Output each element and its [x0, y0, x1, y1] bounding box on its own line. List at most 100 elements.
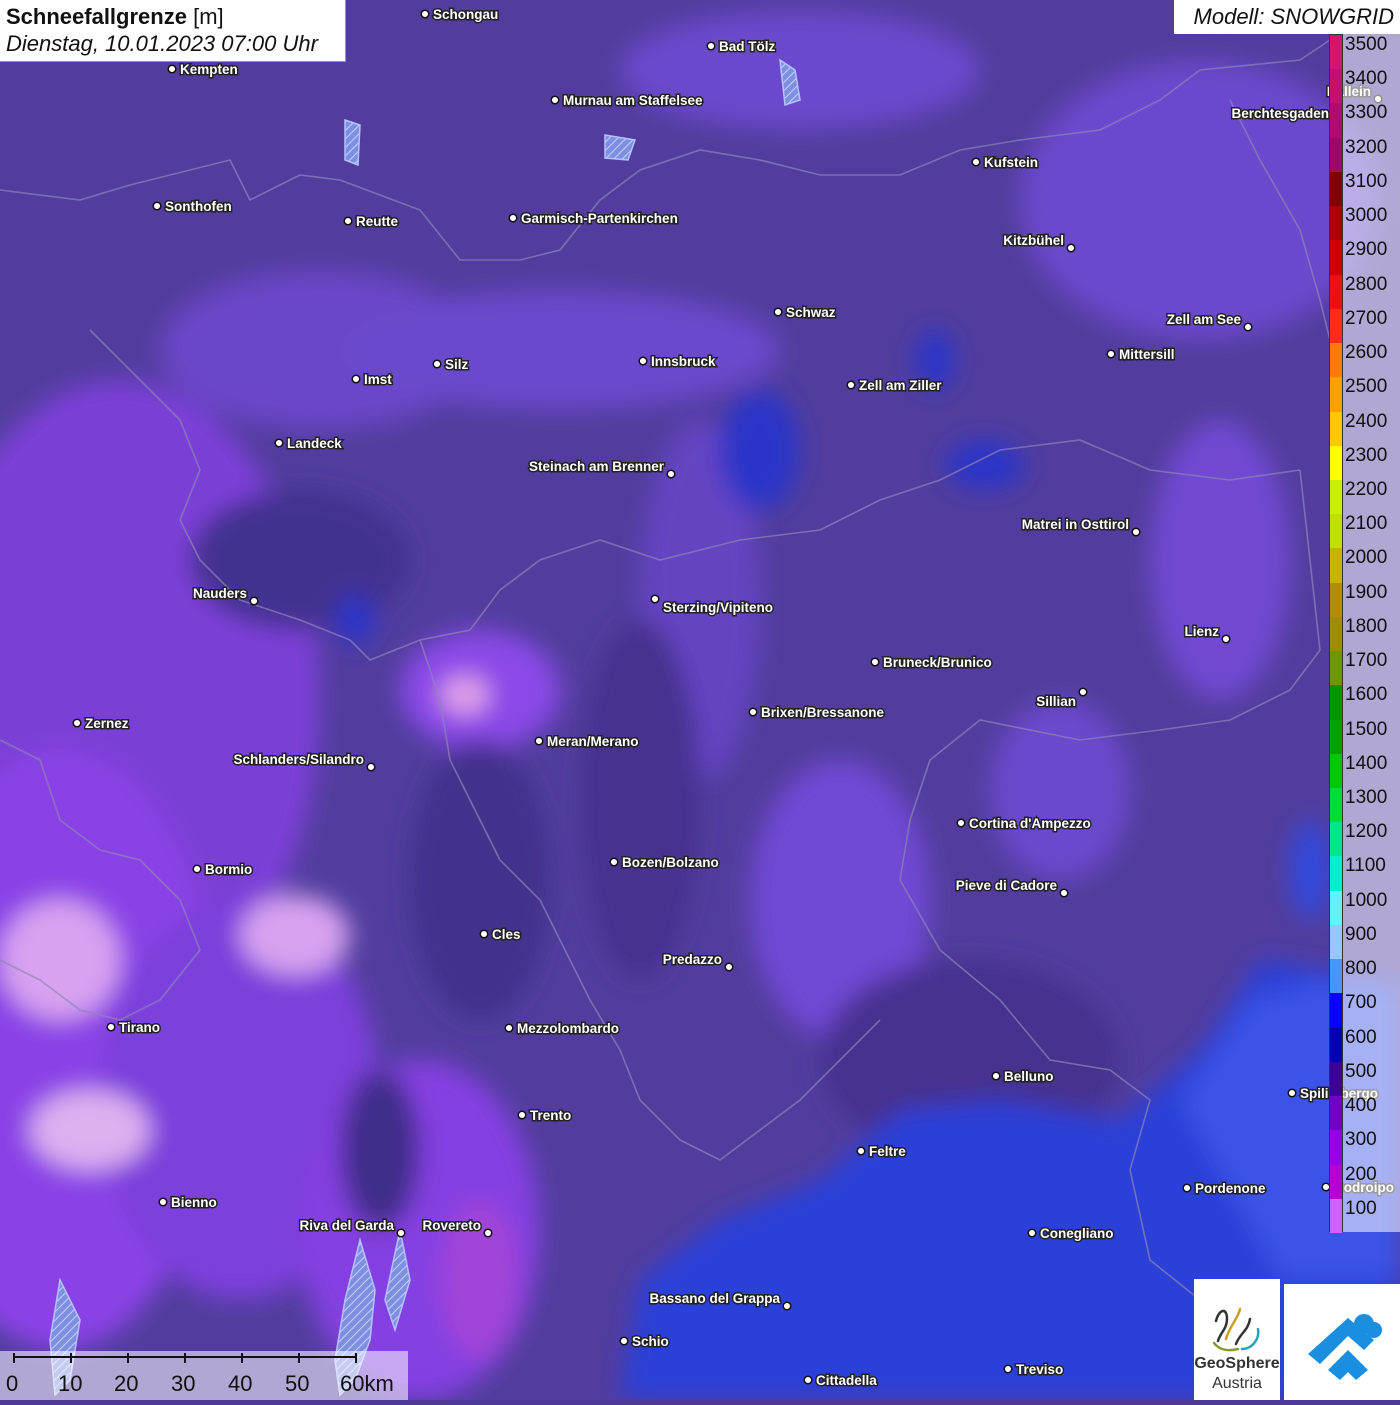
legend-label: 2300: [1345, 444, 1388, 466]
city-label: Mezzolombardo: [517, 1021, 619, 1036]
forecast-datetime: Dienstag, 10.01.2023 07:00 Uhr: [6, 31, 318, 56]
city-dot: [192, 864, 202, 874]
legend-label: 2000: [1345, 547, 1388, 569]
city-marker[interactable]: Zell am Ziller: [846, 377, 944, 395]
legend-label: 3200: [1345, 136, 1388, 158]
city-marker[interactable]: Innsbruck: [638, 353, 718, 371]
city-dot: [1003, 1364, 1013, 1374]
legend-label: 2500: [1345, 376, 1388, 398]
legend-swatch: [1330, 924, 1342, 960]
legend-swatch: [1330, 1130, 1342, 1166]
legend-label: 3100: [1345, 170, 1388, 192]
map-title-box: Schneefallgrenze [m] Dienstag, 10.01.202…: [0, 0, 346, 62]
city-dot: [1131, 527, 1141, 537]
city-marker[interactable]: Murnau am Staffelsee: [550, 92, 705, 110]
city-label: Kempten: [180, 62, 238, 77]
legend-swatch: [1330, 616, 1342, 652]
city-label: Pordenone: [1195, 1181, 1266, 1196]
city-marker[interactable]: Bruneck/Brunico: [870, 654, 993, 672]
city-dot: [274, 438, 284, 448]
legend-swatch: [1330, 206, 1342, 241]
city-dot: [479, 929, 489, 939]
legend-swatch: [1330, 890, 1342, 926]
legend-label: 200: [1345, 1163, 1377, 1185]
city-label: Schlanders/Silandro: [233, 752, 364, 767]
city-marker[interactable]: Brixen/Bressanone: [748, 704, 886, 722]
legend-label: 300: [1345, 1129, 1377, 1151]
city-label: Cittadella: [816, 1373, 877, 1388]
legend-swatch: [1330, 69, 1342, 104]
city-dot: [638, 356, 648, 366]
city-marker[interactable]: Bozen/Bolzano: [609, 854, 720, 872]
city-label: Bienno: [171, 1195, 217, 1210]
legend-label: 1200: [1345, 821, 1388, 843]
legend-swatch: [1330, 1198, 1342, 1234]
city-marker[interactable]: Cittadella: [803, 1372, 879, 1390]
city-label: Feltre: [869, 1144, 906, 1159]
scale-label: 20: [114, 1371, 139, 1396]
city-label: Riva del Garda: [299, 1218, 394, 1233]
city-label: Cortina d'Ampezzo: [969, 816, 1091, 831]
legend-swatch: [1330, 719, 1342, 755]
city-label: Schio: [632, 1334, 669, 1349]
city-label: Imst: [364, 372, 392, 387]
city-dot: [1066, 243, 1076, 253]
legend-swatch: [1330, 445, 1342, 481]
city-marker[interactable]: Conegliano: [1027, 1225, 1115, 1243]
parameter-name: Schneefallgrenze: [6, 4, 187, 29]
legend-swatch: [1330, 103, 1342, 139]
city-dot: [550, 95, 560, 105]
city-marker[interactable]: Sonthofen: [152, 198, 233, 216]
scale-label: 10: [58, 1371, 83, 1396]
city-label: Reutte: [356, 214, 398, 229]
scale-label: 40: [228, 1371, 253, 1396]
city-marker[interactable]: Schongau: [420, 6, 500, 24]
city-dot: [748, 707, 758, 717]
city-label: Sillian: [1036, 694, 1076, 709]
city-dot: [534, 736, 544, 746]
city-label: Lienz: [1184, 624, 1219, 639]
weather-app-logo[interactable]: [1284, 1284, 1400, 1400]
legend-swatch: [1330, 856, 1342, 892]
city-label: Brixen/Bressanone: [761, 705, 885, 720]
city-dot: [1106, 349, 1116, 359]
legend-swatch: [1330, 1061, 1342, 1097]
city-dot: [706, 41, 716, 51]
parameter-unit: [m]: [193, 4, 224, 29]
legend-swatch: [1330, 753, 1342, 789]
city-marker[interactable]: Cortina d'Ampezzo: [956, 815, 1092, 833]
legend-label: 3300: [1345, 102, 1388, 124]
city-dot: [366, 762, 376, 772]
city-dot: [971, 157, 981, 167]
legend-swatch: [1330, 822, 1342, 857]
legend-swatch: [1330, 1164, 1342, 1200]
snowfall-line-map[interactable]: Schongau Kempten Bad Tölz Murnau am Staffel…: [0, 0, 1400, 1400]
city-marker[interactable]: Pordenone: [1182, 1180, 1267, 1198]
legend-label: 1300: [1345, 787, 1388, 809]
cloud-arrow-icon: [1308, 1314, 1382, 1380]
city-label: Berchtesgaden: [1231, 106, 1329, 121]
geosphere-logo[interactable]: GeoSphere Austria: [1194, 1279, 1280, 1400]
logo-line2: Austria: [1212, 1375, 1262, 1392]
city-dot: [158, 1197, 168, 1207]
city-dot: [619, 1336, 629, 1346]
city-label: Kitzbühel: [1003, 233, 1064, 248]
city-label: Bozen/Bolzano: [622, 855, 719, 870]
city-dot: [517, 1110, 527, 1120]
legend-swatch: [1330, 651, 1342, 686]
legend-label: 2400: [1345, 410, 1388, 432]
city-label: Belluno: [1004, 1069, 1054, 1084]
city-dot: [508, 213, 518, 223]
city-dot: [504, 1023, 514, 1033]
legend-label: 1700: [1345, 650, 1388, 672]
legend-label: 1900: [1345, 581, 1388, 603]
city-marker[interactable]: Meran/Merano: [534, 733, 640, 751]
legend-label: 3500: [1345, 34, 1388, 55]
city-marker[interactable]: Mezzolombardo: [504, 1020, 621, 1038]
city-label: Sonthofen: [165, 199, 232, 214]
legend-color-bar: [1329, 34, 1343, 1234]
city-label: Mittersill: [1119, 347, 1175, 362]
legend-label: 100: [1345, 1197, 1377, 1219]
city-marker[interactable]: Garmisch-Partenkirchen: [508, 210, 679, 228]
legend-swatch: [1330, 548, 1342, 584]
